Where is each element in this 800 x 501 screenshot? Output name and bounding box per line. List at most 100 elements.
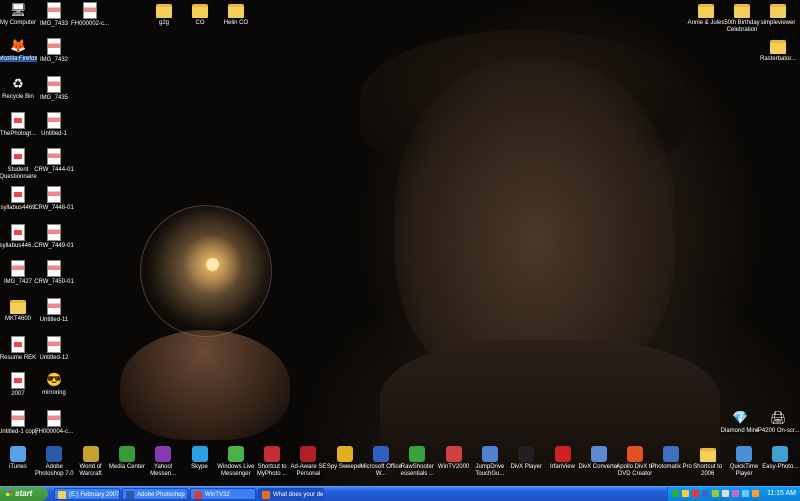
irfanview-icon (554, 446, 571, 462)
desktop-shortcut-label: CRW_7449-01 (34, 243, 74, 249)
doc-icon (11, 372, 25, 389)
desktop-shortcut-label: Yahoo! Messen... (150, 464, 177, 477)
photoshop-icon (126, 491, 134, 499)
image-icon (47, 76, 61, 93)
desktop-shortcut[interactable]: Untitled-11 (32, 298, 76, 324)
desktop-shortcut-label: RawShooter essentials ... (400, 464, 434, 477)
desktop-shortcut-label: 50th Birthday Celebration (724, 20, 760, 33)
security-icon[interactable] (752, 490, 759, 497)
system-tray: 11:15 AM (667, 487, 800, 501)
image-icon (47, 224, 61, 241)
photomatix-icon (663, 446, 680, 462)
start-button[interactable]: start (0, 487, 48, 501)
folder-icon (192, 4, 208, 18)
sunglasses-icon: 😎 (46, 372, 63, 387)
desktop-shortcut[interactable]: Helin CO (214, 2, 258, 27)
desktop-shortcut-label: 2007 (11, 391, 25, 397)
desktop-shortcut-label: Shortcut to 2006 (693, 464, 723, 477)
media-center-icon (118, 446, 135, 462)
taskbar-button-label: What does your desi... (273, 492, 324, 498)
folder-icon (10, 300, 26, 314)
volume-icon[interactable] (722, 490, 729, 497)
warcraft-icon (82, 446, 99, 462)
usb-icon[interactable] (742, 490, 749, 497)
photoshop-icon (46, 446, 63, 462)
taskbar-button[interactable]: What does your desi... (258, 488, 324, 500)
desktop-wallpaper (0, 0, 800, 486)
wallpaper-hand (120, 330, 290, 440)
desktop-shortcut-label: Shortcut to MyPhoto ... (256, 464, 288, 477)
desktop-shortcut[interactable]: Rasterbator... (756, 38, 800, 63)
skype-icon (191, 446, 208, 462)
update-icon[interactable] (712, 490, 719, 497)
skype-tray-icon[interactable] (702, 490, 709, 497)
desktop-shortcut-label: Helin CO (223, 20, 249, 26)
desktop-shortcut[interactable]: CRW_7448-01 (32, 186, 76, 212)
desktop-shortcut[interactable]: FH000002-c... (68, 2, 112, 28)
taskbar-button-label: (E:) February 2007 (69, 492, 120, 498)
word-icon (373, 446, 389, 462)
messenger-tray-icon[interactable] (682, 490, 689, 497)
desktop-shortcut-label: CRW_7444-01 (34, 167, 74, 173)
desktop-shortcut-label: iTunes (9, 464, 27, 470)
quicktime-icon (736, 446, 752, 462)
desktop-shortcut-label: CRW_7450-01 (34, 279, 74, 285)
desktop-shortcut-label: IMG_7435 (39, 95, 69, 101)
desktop-shortcut[interactable]: CRW_7449-01 (32, 224, 76, 250)
taskbar-button[interactable]: WinTV32 (190, 488, 256, 500)
image-icon (47, 148, 61, 165)
desktop-shortcut[interactable]: Easy-Photo... (758, 446, 800, 471)
desktop-shortcut-label: MKT4600 (4, 316, 31, 322)
firefox-icon: 🦊 (10, 38, 27, 53)
folder-icon (58, 491, 66, 499)
desktop-shortcut-label: simpleviewer (760, 20, 796, 26)
folder-icon (228, 4, 244, 18)
image-icon (47, 38, 61, 55)
desktop-shortcut-label: Easy-Photo... (762, 464, 799, 470)
desktop-shortcut-label: mirroring (42, 390, 66, 396)
image-icon (11, 410, 25, 427)
printer-icon: 🖨 (770, 410, 787, 425)
desktop-shortcut-label: Skype (191, 464, 208, 470)
desktop-shortcut[interactable]: simpleviewer (756, 2, 800, 27)
desktop-shortcut-label: CO (195, 20, 205, 26)
antivirus-icon[interactable] (692, 490, 699, 497)
desktop-shortcut[interactable]: IMG_7432 (32, 38, 76, 64)
desktop-shortcut-label: ThePhotogr... (0, 131, 37, 137)
printer-tray-icon[interactable] (732, 490, 739, 497)
desktop-shortcut-label: Windows Live Messenger (217, 464, 255, 477)
taskbar-button-label: WinTV32 (205, 492, 230, 498)
start-label: start (15, 489, 33, 498)
desktop-shortcut-label: Untitled-1 (41, 131, 67, 137)
spysweeper-icon (336, 446, 353, 462)
desktop-shortcut-label: Diamond Mine (720, 428, 760, 434)
doc-icon (11, 224, 25, 241)
image-icon (47, 112, 61, 129)
easyphoto-icon (772, 446, 789, 462)
desktop-shortcut-label: World of Warcraft (79, 464, 102, 477)
desktop-shortcut[interactable]: IMG_7435 (32, 76, 76, 102)
desktop-shortcut-label: g2g (158, 20, 169, 26)
desktop-shortcut[interactable]: FH000004-c... (32, 410, 76, 436)
yahoo-icon (155, 446, 172, 462)
desktop-shortcut-label: syllabus446... (0, 243, 37, 249)
adaware-icon (300, 446, 317, 462)
desktop-shortcut-label: IMG_7427 (3, 279, 33, 285)
desktop-shortcut[interactable]: 😎 mirroring (32, 372, 76, 397)
desktop-shortcut[interactable]: CRW_7444-01 (32, 148, 76, 174)
divx-icon (518, 446, 535, 462)
desktop-shortcut-label: syllabus4469 (0, 205, 36, 211)
desktop-shortcut[interactable]: Untitled-1 (32, 112, 76, 138)
taskbar-button[interactable]: (E:) February 2007 (54, 488, 120, 500)
image-icon (11, 260, 25, 277)
taskbar-button[interactable]: Adobe Photoshop (122, 488, 188, 500)
desktop-shortcut-label: WinTV2000 (437, 464, 470, 470)
folder-icon (156, 4, 172, 18)
desktop-shortcut[interactable]: 🖨 iP4200 On-scr... (756, 410, 800, 435)
desktop-shortcut[interactable]: CRW_7450-01 (32, 260, 76, 286)
network-icon[interactable] (672, 490, 679, 497)
pdf-icon (11, 336, 25, 353)
desktop-shortcut[interactable]: Untitled-12 (32, 336, 76, 362)
doc-icon (11, 186, 25, 203)
diamond-icon: 💎 (732, 410, 749, 425)
